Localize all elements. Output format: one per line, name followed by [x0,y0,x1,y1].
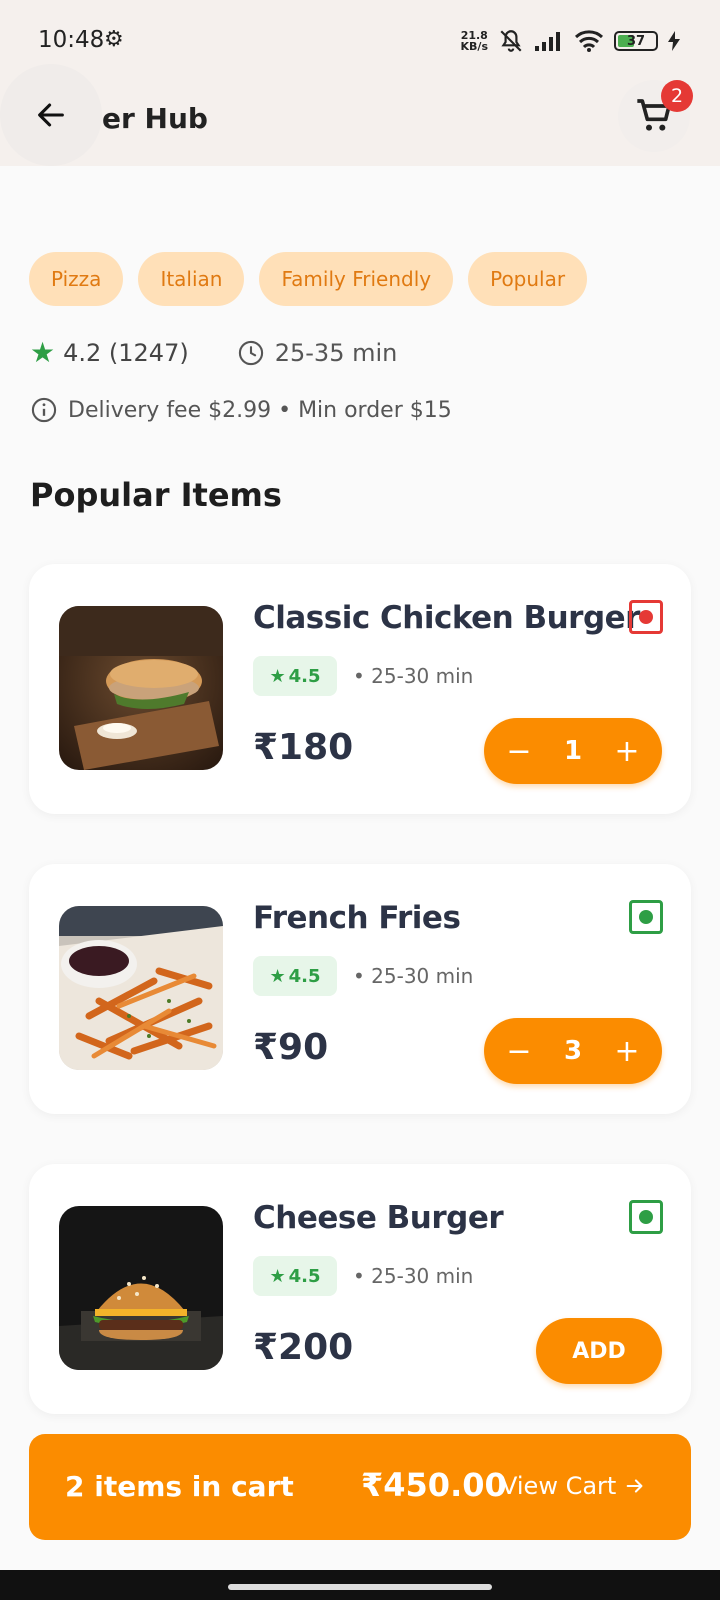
restaurant-rating: 4.2 (1247) [63,338,189,367]
item-time: • 25-30 min [353,664,474,688]
star-icon: ★ [269,665,286,687]
wifi-icon [574,30,604,52]
cart-summary-bar[interactable]: 2 items in cart ₹450.00 View Cart [29,1434,691,1540]
quantity-stepper: − 1 + [484,718,662,784]
net-speed: 21.8 KB/s [460,29,488,53]
menu-item-card[interactable]: Classic Chicken Burger ★ 4.5 • 25-30 min … [29,564,691,814]
item-rating-badge: ★ 4.5 [253,656,337,696]
signal-icon [535,32,560,51]
item-name: French Fries [253,900,461,936]
section-title: Popular Items [30,476,282,514]
system-nav-bar [0,1570,720,1600]
item-name: Cheese Burger [253,1200,504,1236]
status-time: 10:48 [38,27,105,53]
muted-bell-icon [500,30,522,52]
clock-icon [238,340,263,365]
item-price: ₹90 [253,1027,329,1068]
app-header: er Hub 2 [0,64,720,166]
item-price: ₹200 [253,1327,354,1368]
item-name: Classic Chicken Burger [253,600,640,636]
item-time: • 25-30 min [353,1264,474,1288]
view-cart-button[interactable]: View Cart [501,1472,646,1500]
item-rating-badge: ★ 4.5 [253,1256,337,1296]
tag-list: Pizza Italian Family Friendly Popular [29,252,588,306]
restaurant-meta: ★ 4.2 (1247) 25-35 min [30,336,397,369]
quantity-stepper: − 3 + [484,1018,662,1084]
item-image [59,906,223,1070]
veg-indicator-icon [629,900,663,934]
tag-pizza[interactable]: Pizza [29,252,124,306]
page-title: er Hub [102,102,208,135]
charging-icon [668,31,680,51]
cart-count-badge: 2 [661,80,693,112]
tag-family-friendly[interactable]: Family Friendly [259,252,454,306]
star-icon: ★ [30,336,56,369]
tag-italian[interactable]: Italian [138,252,245,306]
delivery-time: 25-35 min [237,339,397,367]
item-image [59,1206,223,1370]
cart-items-count: 2 items in cart [65,1470,294,1503]
increment-button[interactable]: + [612,734,642,769]
settings-gear-icon: ⚙ [104,27,124,52]
item-price: ₹180 [253,727,354,768]
info-icon [31,397,57,423]
item-time: • 25-30 min [353,964,474,988]
decrement-button[interactable]: − [504,734,534,769]
status-icons: 21.8 KB/s 37 [461,28,680,54]
back-arrow-icon [38,103,64,127]
star-icon: ★ [269,1265,286,1287]
item-image [59,606,223,770]
item-rating-badge: ★ 4.5 [253,956,337,996]
menu-item-card[interactable]: Cheese Burger ★ 4.5 • 25-30 min ₹200 ADD [29,1164,691,1414]
battery-icon: 37 [614,31,658,51]
increment-button[interactable]: + [612,1034,642,1069]
star-icon: ★ [269,965,286,987]
veg-indicator-icon [629,1200,663,1234]
add-button[interactable]: ADD [536,1318,662,1384]
arrow-right-icon [626,1479,643,1493]
menu-item-card[interactable]: French Fries ★ 4.5 • 25-30 min ₹90 − 3 + [29,864,691,1114]
delivery-info: Delivery fee $2.99 • Min order $15 [30,396,452,424]
home-gesture-handle[interactable] [228,1584,492,1590]
tag-popular[interactable]: Popular [468,252,588,306]
back-button[interactable] [0,64,102,166]
decrement-button[interactable]: − [504,1034,534,1069]
cart-total: ₹450.00 [361,1466,507,1504]
quantity-value: 1 [563,736,583,766]
non-veg-indicator-icon [629,600,663,634]
status-bar: 10:48 ⚙ 21.8 KB/s 37 [0,0,720,86]
quantity-value: 3 [563,1036,583,1066]
